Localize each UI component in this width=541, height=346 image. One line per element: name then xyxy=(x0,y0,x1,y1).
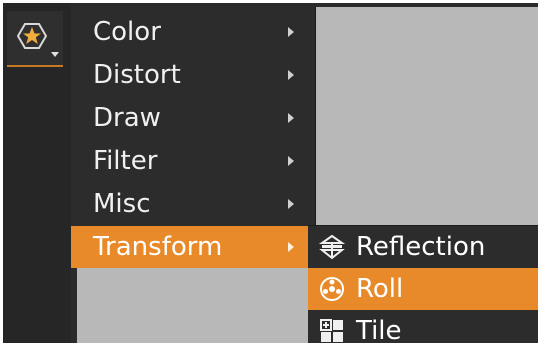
menu-item-filter[interactable]: Filter xyxy=(71,140,316,182)
menu-item-draw[interactable]: Draw xyxy=(71,97,316,139)
menu-item-color[interactable]: Color xyxy=(71,11,316,53)
app-window: Color Distort Draw Filter Misc Transform xyxy=(3,3,538,343)
transform-submenu: Reflection Roll Tile xyxy=(308,225,538,343)
reflection-icon xyxy=(318,234,346,260)
menu-item-label: Filter xyxy=(93,146,158,176)
chevron-right-icon xyxy=(288,156,294,166)
tool-strip xyxy=(3,3,71,343)
menu-item-label: Misc xyxy=(93,189,151,219)
menu-item-label: Draw xyxy=(93,103,161,133)
menu-item-distort[interactable]: Distort xyxy=(71,54,316,96)
chevron-right-icon xyxy=(288,70,294,80)
menu-item-label: Transform xyxy=(93,232,223,262)
menu-item-label: Color xyxy=(93,17,161,47)
chevron-right-icon xyxy=(288,27,294,37)
menu-item-misc[interactable]: Misc xyxy=(71,183,316,225)
menu-item-label: Distort xyxy=(93,60,181,90)
chevron-right-icon xyxy=(288,242,294,252)
submenu-item-roll[interactable]: Roll xyxy=(308,268,538,310)
effects-menu: Color Distort Draw Filter Misc Transform xyxy=(71,7,316,268)
chevron-right-icon xyxy=(288,199,294,209)
submenu-item-label: Roll xyxy=(356,274,404,304)
tile-icon xyxy=(320,319,343,342)
roll-icon xyxy=(320,277,344,301)
chevron-down-icon xyxy=(51,52,59,57)
effects-tool-button[interactable] xyxy=(7,11,63,67)
submenu-item-label: Tile xyxy=(356,316,402,343)
submenu-item-label: Reflection xyxy=(356,232,486,262)
submenu-item-tile[interactable]: Tile xyxy=(308,310,538,343)
submenu-item-reflection[interactable]: Reflection xyxy=(308,226,538,268)
menu-item-transform[interactable]: Transform xyxy=(71,226,316,268)
chevron-right-icon xyxy=(288,113,294,123)
effects-icon xyxy=(17,23,47,49)
